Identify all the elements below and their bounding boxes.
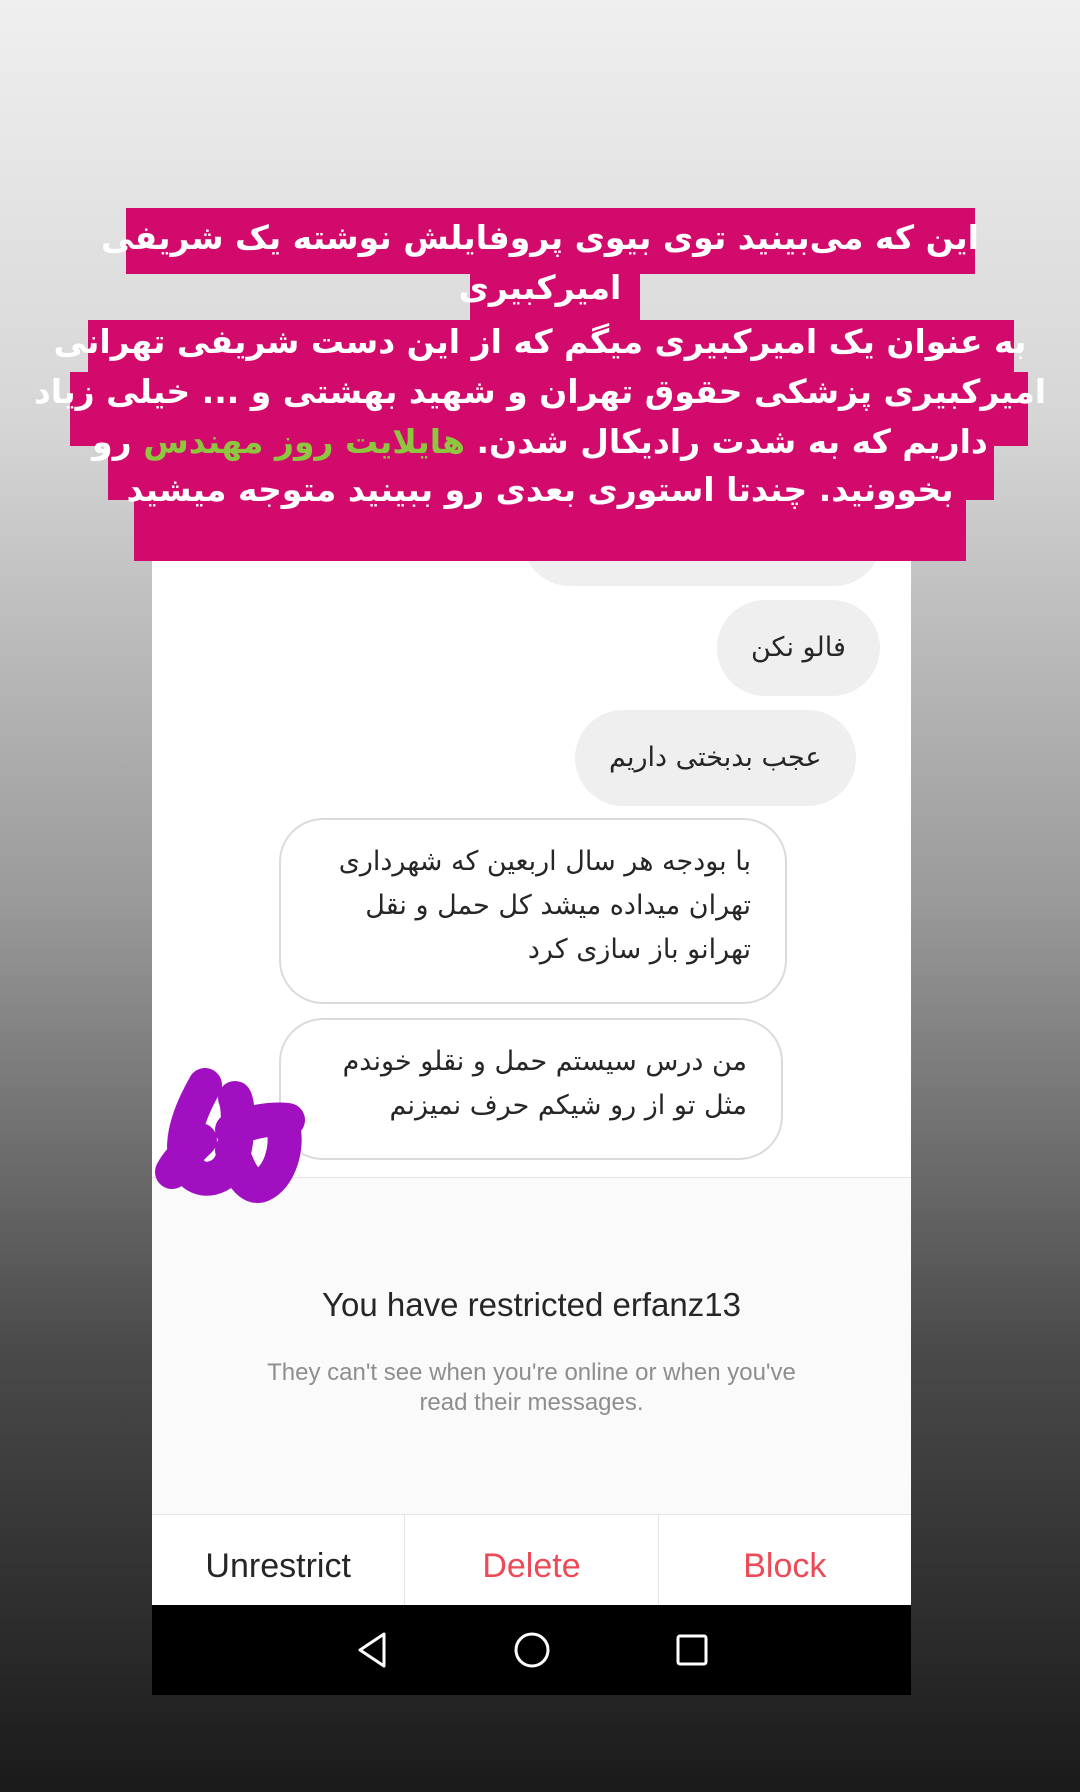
dm-screenshot: فالو نکن عجب بدبختی داریم با بودجه هر سا… [152, 540, 911, 1695]
message-line: تهران میداده میشد کل حمل و نقل [365, 890, 751, 921]
restriction-actions: Unrestrict Delete Block [152, 1514, 911, 1617]
delete-button[interactable]: Delete [404, 1515, 657, 1617]
caption-line: امیرکبیری [458, 268, 622, 307]
triangle-back-icon [358, 1632, 385, 1668]
message-text: عجب بدبختی داریم [609, 742, 822, 773]
back-button[interactable] [292, 1605, 452, 1695]
restriction-title: You have restricted erfanz13 [322, 1286, 741, 1323]
caption-line: بخوونید. چندتا استوری بعدی رو ببینید متو… [126, 470, 954, 509]
block-button[interactable]: Block [657, 1515, 911, 1617]
square-recents-icon [676, 1634, 707, 1666]
message-line: من درس سیستم حمل و نقلو خوندم [342, 1046, 747, 1077]
caption-text: داریم که به شدت رادیکال شدن. [476, 422, 988, 461]
message-bubble-received[interactable]: با بودجه هر سال اربعین که شهرداری تهران … [279, 818, 787, 1004]
message-bubble-sent[interactable]: عجب بدبختی داریم [575, 710, 856, 806]
message-line: مثل تو از رو شیکم حرف نمیزنم [389, 1090, 747, 1121]
message-line: تهرانو باز سازی کرد [527, 934, 751, 965]
message-bubble-sent[interactable]: فالو نکن [717, 600, 880, 696]
recents-button[interactable] [612, 1605, 772, 1695]
message-bubble-received[interactable]: من درس سیستم حمل و نقلو خوندم مثل تو از … [279, 1018, 783, 1160]
caption-line: به عنوان یک امیرکبیری میگم که از این دست… [53, 322, 1027, 361]
message-text: فالو نکن [751, 632, 846, 663]
message-line: با بودجه هر سال اربعین که شهرداری [338, 846, 751, 877]
circle-home-icon [514, 1632, 549, 1668]
highlight-link-text: هایلایت روز مهندس [143, 422, 466, 461]
caption-line: این که می‌بینید توی بیوی پروفایلش نوشته … [101, 218, 979, 257]
caption-text: رو [92, 422, 132, 461]
caption-line: داریم که به شدت رادیکال شدن. هایلایت روز… [0, 422, 1080, 461]
restriction-subtitle: They can't see when you're online or whe… [267, 1359, 796, 1416]
android-nav-bar [152, 1605, 911, 1695]
home-button[interactable] [452, 1605, 612, 1695]
caption-line: امیرکبیری پزشکی حقوق تهران و شهید بهشتی … [33, 372, 1047, 411]
unrestrict-button[interactable]: Unrestrict [152, 1515, 404, 1617]
restriction-panel: You have restricted erfanz13 They can't … [152, 1177, 911, 1515]
